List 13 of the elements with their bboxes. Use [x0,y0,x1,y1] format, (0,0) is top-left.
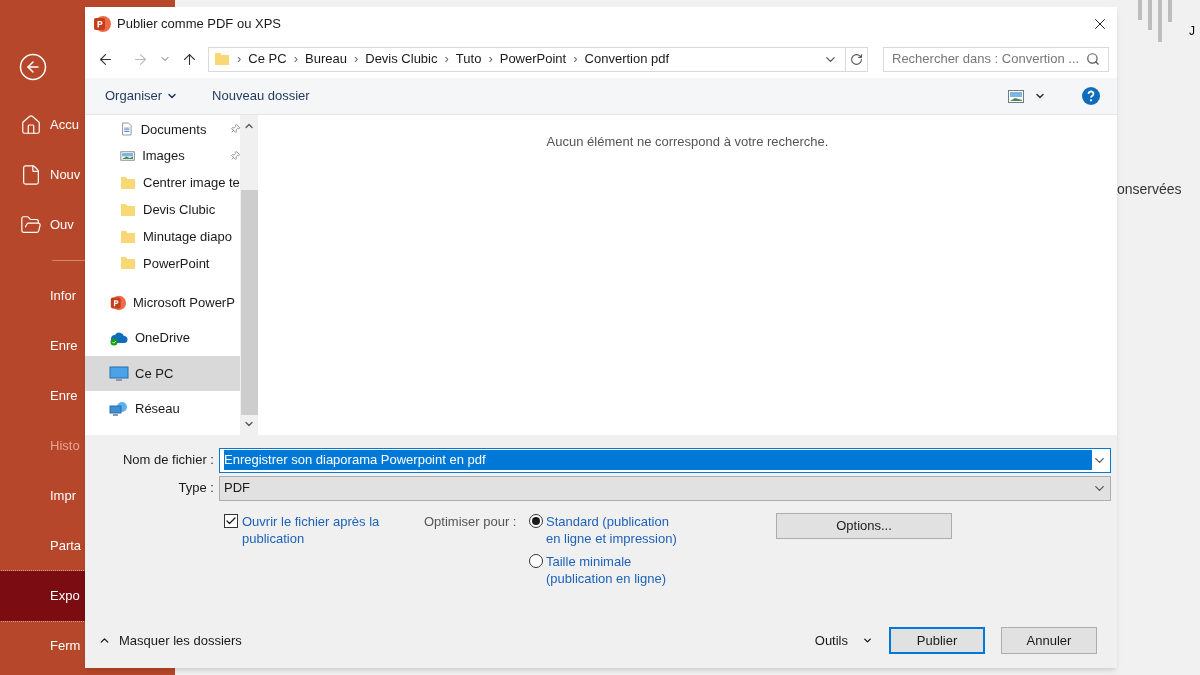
empty-message: Aucun élément ne correspond à votre recherche. [546,133,829,151]
page-text: J [1189,23,1195,40]
breadcrumb-separator: › [353,50,359,69]
optimize-label: Optimiser pour : [424,513,518,531]
filename-label: Nom de fichier : [121,451,215,470]
breadcrumb-separator: › [293,50,298,69]
breadcrumb-separator: › [488,50,493,69]
type-label: Type : [177,479,215,498]
breadcrumb-separator: › [237,50,242,69]
breadcrumb-separator: › [444,50,449,69]
window-title: Publier comme PDF ou XPS [117,14,281,33]
breadcrumb-separator: › [573,50,578,69]
page-text: onservées [1117,180,1182,199]
